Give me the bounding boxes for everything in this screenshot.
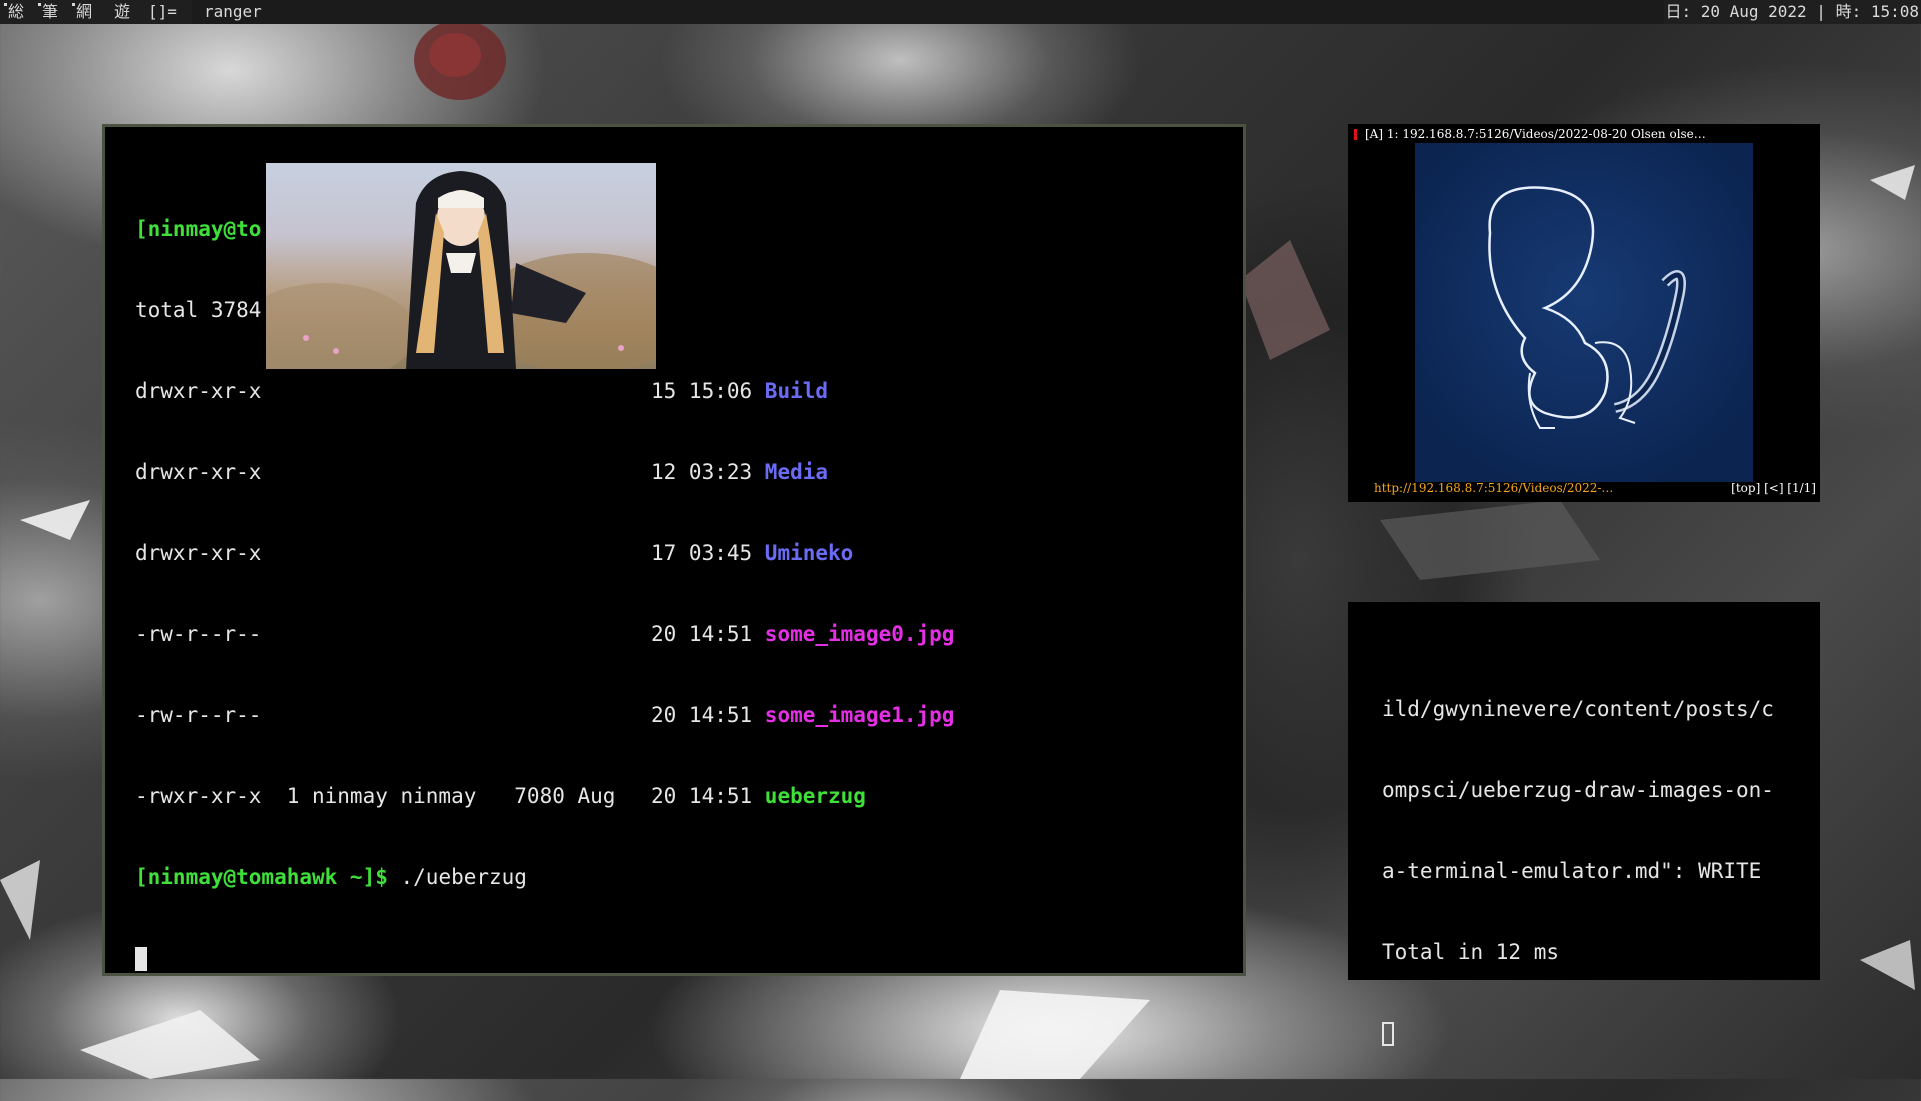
listing-name: some_image1.jpg <box>764 703 955 727</box>
viewer-position: [top] [<] [1/1] <box>1731 481 1816 495</box>
output-line: Total in 12 ms <box>1382 940 1560 964</box>
ueberzug-image-overlay <box>266 163 656 369</box>
listing-row: -rw-r--r-- 20 14:51 some_image0.jpg <box>135 621 954 648</box>
listing-row: -rwxr-xr-x 1 ninmay ninmay 7080 Aug 20 1… <box>135 783 866 810</box>
album-art-image <box>1415 143 1753 482</box>
fetus-illustration <box>1415 143 1753 482</box>
tag-1[interactable]: 総 <box>2 0 30 24</box>
tag-4-label: 遊 <box>114 2 131 21</box>
listing-row: drwxr-xr-x 17 03:45 Umineko <box>135 540 853 567</box>
shell-prompt: [ninmay@tomahawk ~]$ <box>135 865 388 889</box>
output-line: ild/gwyninevere/content/posts/c <box>1382 697 1774 721</box>
prompt-line: [ninmay@tomahawk ~]$ ./ueberzug <box>135 864 628 891</box>
terminal-cursor <box>1382 1022 1394 1046</box>
viewer-indicator-icon <box>1354 129 1357 140</box>
listing-perms: -rwxr-xr-x 1 ninmay ninmay 7080 Aug <box>135 784 629 808</box>
listing-perms: drwxr-xr-x <box>135 541 262 565</box>
listing-time: 15 15:06 <box>651 379 765 403</box>
listing-row: drwxr-xr-x 12 03:23 Media <box>135 459 828 486</box>
main-terminal-window[interactable]: [ninmay@to total 3784 drwxr-xr-x 15 15:06… <box>102 124 1246 976</box>
tag-2-label: 筆 <box>42 2 59 21</box>
tag-4[interactable]: 遊 <box>108 0 136 24</box>
viewer-status-bar: http://192.168.8.7:5126/Videos/2022-… [t… <box>1348 478 1820 498</box>
tag-2[interactable]: 筆 <box>36 0 64 24</box>
image-viewer-window[interactable]: [A] 1: 192.168.8.7:5126/Videos/2022-08-2… <box>1348 124 1820 502</box>
listing-time: 20 14:51 <box>651 784 765 808</box>
output-line: a-terminal-emulator.md": WRITE <box>1382 859 1762 883</box>
listing-perms: drwxr-xr-x <box>135 460 262 484</box>
cursor-line <box>135 945 628 972</box>
viewer-url: http://192.168.8.7:5126/Videos/2022-… <box>1374 481 1614 495</box>
viewer-title: [A] 1: 192.168.8.7:5126/Videos/2022-08-2… <box>1365 127 1706 141</box>
listing-name: Media <box>764 460 829 484</box>
shell-command: ./ueberzug <box>387 865 527 889</box>
listing-name: Umineko <box>764 541 854 565</box>
tag-3[interactable]: 網 <box>70 0 98 24</box>
tag-3-label: 網 <box>76 2 93 21</box>
listing-row: drwxr-xr-x 15 15:06 Build <box>135 378 828 405</box>
listing-time: 20 14:51 <box>651 703 765 727</box>
secondary-terminal-window[interactable]: ild/gwyninevere/content/posts/c ompsci/u… <box>1348 602 1820 1046</box>
listing-row: -rw-r--r-- 20 14:51 some_image1.jpg <box>135 702 954 729</box>
listing-name: Build <box>764 379 829 403</box>
listing-name: some_image0.jpg <box>764 622 955 646</box>
listing-perms: -rw-r--r-- <box>135 703 262 727</box>
cursor-line <box>1382 1020 1774 1047</box>
layout-indicator[interactable]: []= <box>148 0 177 24</box>
tag-1-label: 総 <box>8 2 25 21</box>
listing-perms: -rw-r--r-- <box>135 622 262 646</box>
listing-name: ueberzug <box>764 784 866 808</box>
listing-time: 20 14:51 <box>651 622 765 646</box>
output-line: ompsci/ueberzug-draw-images-on- <box>1382 778 1774 802</box>
listing-time: 12 03:23 <box>651 460 765 484</box>
listing-time: 17 03:45 <box>651 541 765 565</box>
prompt-text: [ninmay@to <box>135 217 262 241</box>
status-date-time: 日: 20 Aug 2022 | 時: 15:08 <box>1665 2 1919 21</box>
terminal-cursor <box>135 947 147 971</box>
focused-window-title: ranger <box>192 0 1664 24</box>
terminal-output: ild/gwyninevere/content/posts/c ompsci/u… <box>1382 642 1774 1101</box>
top-bar: 総 筆 網 遊 []= ranger 日: 20 Aug 2022 | 時: 1… <box>0 0 1921 24</box>
listing-perms: drwxr-xr-x <box>135 379 262 403</box>
viewer-title-bar: [A] 1: 192.168.8.7:5126/Videos/2022-08-2… <box>1348 126 1820 142</box>
anime-nun-image <box>266 171 656 369</box>
total-line: total 3784 <box>135 298 262 322</box>
